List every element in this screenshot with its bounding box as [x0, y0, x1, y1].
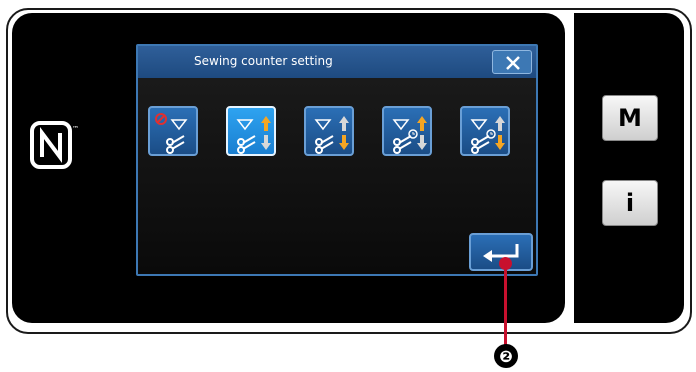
- counter-off-button[interactable]: [148, 106, 198, 156]
- counter-down-icon: [314, 116, 349, 154]
- counter-up-button[interactable]: [226, 106, 276, 156]
- callout-line: [504, 262, 507, 348]
- dialog-window: Sewing counter setting: [136, 44, 538, 276]
- counter-off-icon: [155, 113, 188, 154]
- nfc-icon: ™: [30, 121, 79, 169]
- mode-button[interactable]: M: [602, 95, 658, 141]
- info-button[interactable]: i: [602, 180, 658, 226]
- counter-down-button[interactable]: [304, 106, 354, 156]
- pitch-up-button[interactable]: [382, 106, 432, 156]
- dialog-title: Sewing counter setting: [194, 54, 333, 68]
- close-icon: [506, 56, 520, 70]
- dialog-title-bar: Sewing counter setting: [138, 46, 536, 78]
- callout-pointer: [499, 257, 512, 270]
- side-panel: [574, 13, 684, 323]
- counter-up-icon: [236, 116, 271, 154]
- svg-text:™: ™: [72, 125, 79, 133]
- pitch-down-button[interactable]: [460, 106, 510, 156]
- callout-number: ❷: [494, 344, 518, 368]
- close-button[interactable]: [492, 50, 532, 74]
- pitch-down-icon: [470, 116, 505, 154]
- pitch-up-icon: [392, 116, 427, 154]
